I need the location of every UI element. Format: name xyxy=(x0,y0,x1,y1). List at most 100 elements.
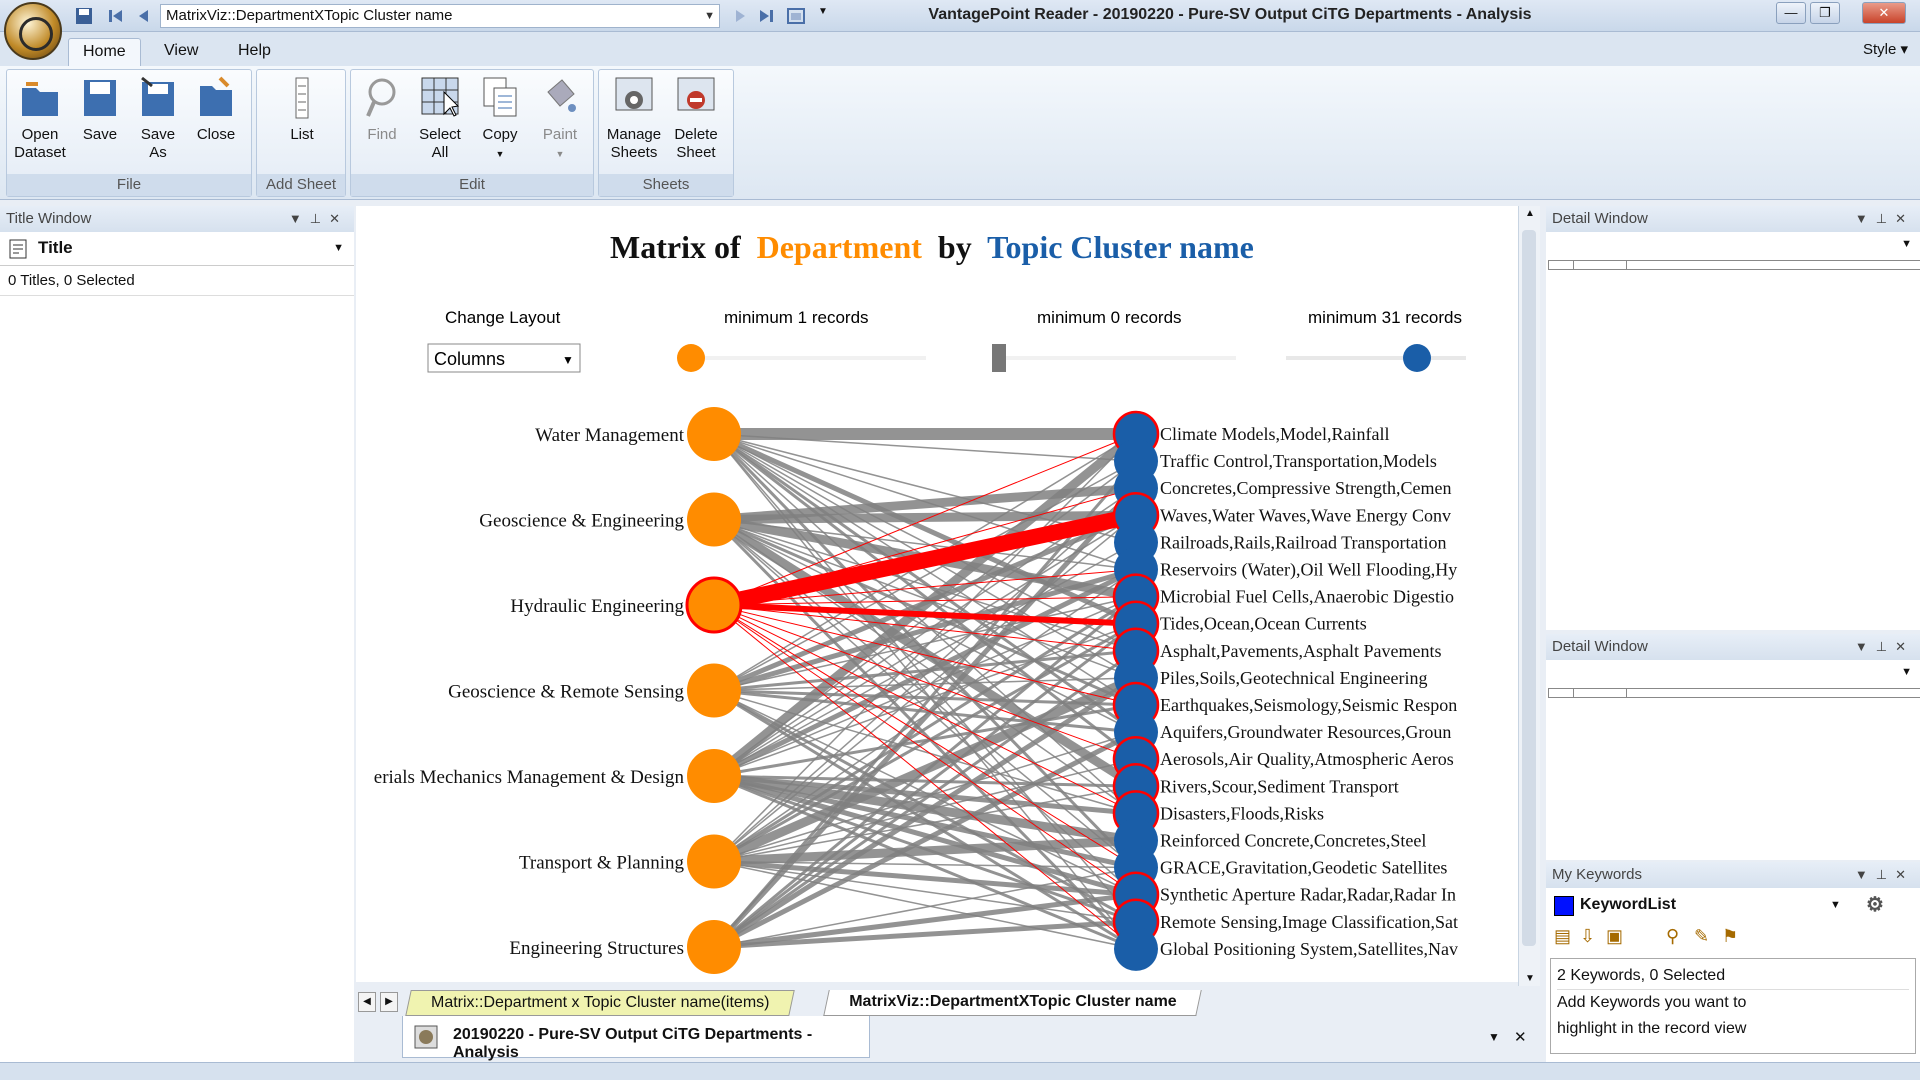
chevron-down-icon[interactable]: ▼ xyxy=(333,232,344,264)
dropdown-icon[interactable]: ▼ xyxy=(1855,211,1876,226)
department-node[interactable] xyxy=(687,407,741,461)
delete-sheet-button[interactable]: Delete Sheet xyxy=(667,74,725,162)
chevron-down-icon[interactable]: ▼ xyxy=(1901,238,1912,250)
topic-node[interactable] xyxy=(1114,926,1158,971)
previous-icon[interactable] xyxy=(134,6,154,26)
first-record-icon[interactable] xyxy=(106,6,126,26)
document-tab[interactable]: 20190220 - Pure-SV Output CiTG Departmen… xyxy=(402,1016,870,1061)
topic-label[interactable]: Tides,Ocean,Ocean Currents xyxy=(1160,614,1367,634)
save-button[interactable]: Save xyxy=(71,74,129,144)
topic-label[interactable]: Climate Models,Model,Rainfall xyxy=(1160,424,1389,444)
min-left-slider-handle[interactable] xyxy=(677,344,705,372)
detail-window-2-selector[interactable]: ▼ xyxy=(1546,660,1920,688)
min-right-slider[interactable] xyxy=(1286,344,1466,372)
close-dataset-button[interactable]: Close xyxy=(187,74,245,144)
department-node[interactable] xyxy=(685,576,743,634)
detail-window-1-selector[interactable]: ▼ xyxy=(1546,232,1920,260)
topic-label[interactable]: Microbial Fuel Cells,Anaerobic Digestio xyxy=(1160,587,1454,607)
chevron-down-icon[interactable]: ▼ xyxy=(704,5,715,27)
topic-label[interactable]: Reservoirs (Water),Oil Well Flooding,Hy xyxy=(1160,560,1457,581)
select-all-button[interactable]: Select All xyxy=(411,74,469,162)
keyword-edit-icon[interactable]: ✎ xyxy=(1694,926,1709,947)
dropdown-icon[interactable]: ▼ xyxy=(1855,639,1876,654)
pin-icon[interactable]: ⊥ xyxy=(1876,211,1895,226)
scroll-down-icon[interactable]: ▼ xyxy=(1525,973,1535,984)
matrix-graph[interactable]: Matrix of Department by Topic Cluster na… xyxy=(356,206,1520,982)
topic-label[interactable]: Earthquakes,Seismology,Seismic Respon xyxy=(1160,695,1457,715)
scroll-up-icon[interactable]: ▲ xyxy=(1525,208,1535,219)
department-node[interactable] xyxy=(687,492,741,547)
link-line[interactable] xyxy=(713,510,1137,524)
copy-dropdown-icon[interactable]: ▼ xyxy=(496,149,505,159)
department-label[interactable]: Water Management xyxy=(535,425,685,446)
pin-icon[interactable]: ⊥ xyxy=(310,211,329,226)
sheet-tab-matrix-items[interactable]: Matrix::Department x Topic Cluster name(… xyxy=(405,990,796,1016)
paint-button[interactable]: Paint ▼ xyxy=(531,74,589,163)
topic-label[interactable]: Reinforced Concrete,Concretes,Steel xyxy=(1160,831,1426,851)
save-icon[interactable] xyxy=(74,6,94,26)
department-node[interactable] xyxy=(687,920,741,974)
chevron-down-icon[interactable]: ▼ xyxy=(1830,888,1841,922)
topic-label[interactable]: Disasters,Floods,Risks xyxy=(1160,803,1324,823)
export-keyword-icon[interactable]: ▣ xyxy=(1606,926,1623,947)
keyword-filter-icon[interactable]: ⚲ xyxy=(1666,926,1679,947)
topic-label[interactable]: Concretes,Compressive Strength,Cemen xyxy=(1160,478,1451,498)
customize-toolbar-icon[interactable]: ▼ xyxy=(818,6,828,17)
main-vertical-scrollbar[interactable]: ▲ ▼ xyxy=(1518,206,1540,986)
department-label[interactable]: Hydraulic Engineering xyxy=(510,596,684,617)
min-mid-slider[interactable] xyxy=(992,344,1236,372)
min-right-slider-handle[interactable] xyxy=(1403,344,1431,372)
department-label[interactable]: Transport & Planning xyxy=(519,853,685,874)
pin-icon[interactable]: ⊥ xyxy=(1876,639,1895,654)
department-label[interactable]: Engineering Structures xyxy=(509,938,684,959)
window-layout-icon[interactable] xyxy=(786,6,806,26)
document-list-dropdown-icon[interactable]: ▼ xyxy=(1488,1030,1500,1044)
min-mid-slider-handle[interactable] xyxy=(992,344,1006,372)
close-icon[interactable]: ✕ xyxy=(1895,211,1914,226)
tab-home[interactable]: Home xyxy=(68,38,141,66)
copy-button[interactable]: Copy ▼ xyxy=(471,74,529,163)
list-button[interactable]: List xyxy=(273,74,331,144)
close-icon[interactable]: ✕ xyxy=(1895,867,1914,882)
topic-label[interactable]: Railroads,Rails,Railroad Transportation xyxy=(1160,532,1446,552)
close-icon[interactable]: ✕ xyxy=(329,211,348,226)
department-node[interactable] xyxy=(687,749,741,803)
topic-label[interactable]: Remote Sensing,Image Classification,Sat xyxy=(1160,912,1458,932)
close-document-icon[interactable]: ✕ xyxy=(1514,1028,1527,1046)
scrollbar-thumb[interactable] xyxy=(1522,230,1536,946)
close-window-button[interactable]: ✕ xyxy=(1862,2,1906,24)
open-dataset-button[interactable]: Open Dataset xyxy=(11,74,69,162)
tab-scroll-right-icon[interactable]: ▶ xyxy=(380,992,398,1012)
style-menu[interactable]: Style ▾ xyxy=(1863,40,1908,58)
topic-label[interactable]: Rivers,Scour,Sediment Transport xyxy=(1160,776,1399,796)
min-left-slider[interactable] xyxy=(677,344,926,372)
department-label[interactable]: erials Mechanics Management & Design xyxy=(374,767,685,788)
last-record-icon[interactable] xyxy=(756,6,776,26)
topic-label[interactable]: Global Positioning System,Satellites,Nav xyxy=(1160,939,1458,959)
add-keyword-icon[interactable]: ▤ xyxy=(1554,926,1571,947)
minimize-button[interactable]: — xyxy=(1776,2,1806,24)
import-keyword-icon[interactable]: ⇩ xyxy=(1580,926,1595,947)
tab-help[interactable]: Help xyxy=(224,38,285,66)
paint-dropdown-icon[interactable]: ▼ xyxy=(556,149,565,159)
title-field-selector[interactable]: Title ▼ xyxy=(0,232,354,266)
detail-window-1-splitter[interactable] xyxy=(1548,260,1920,270)
chevron-down-icon[interactable]: ▼ xyxy=(1901,666,1912,678)
dropdown-icon[interactable]: ▼ xyxy=(289,211,310,226)
department-label[interactable]: Geoscience & Remote Sensing xyxy=(448,682,684,703)
close-icon[interactable]: ✕ xyxy=(1895,639,1914,654)
layout-select[interactable]: Columns ▼ xyxy=(427,343,581,373)
topic-label[interactable]: Aerosols,Air Quality,Atmospheric Aeros xyxy=(1160,749,1454,769)
keyword-remove-icon[interactable]: ⚑ xyxy=(1722,926,1738,947)
gear-icon[interactable]: ⚙ xyxy=(1866,888,1884,922)
topic-label[interactable]: Aquifers,Groundwater Resources,Groun xyxy=(1160,722,1451,742)
topic-label[interactable]: Traffic Control,Transportation,Models xyxy=(1160,451,1437,471)
topic-label[interactable]: Asphalt,Pavements,Asphalt Pavements xyxy=(1160,641,1441,661)
manage-sheets-button[interactable]: Manage Sheets xyxy=(605,74,663,162)
topic-label[interactable]: Synthetic Aperture Radar,Radar,Radar In xyxy=(1160,885,1456,905)
next-icon[interactable] xyxy=(730,6,750,26)
department-label[interactable]: Geoscience & Engineering xyxy=(479,511,684,532)
dropdown-icon[interactable]: ▼ xyxy=(1855,867,1876,882)
save-as-button[interactable]: Save As xyxy=(129,74,187,162)
detail-window-2-splitter[interactable] xyxy=(1548,688,1920,698)
